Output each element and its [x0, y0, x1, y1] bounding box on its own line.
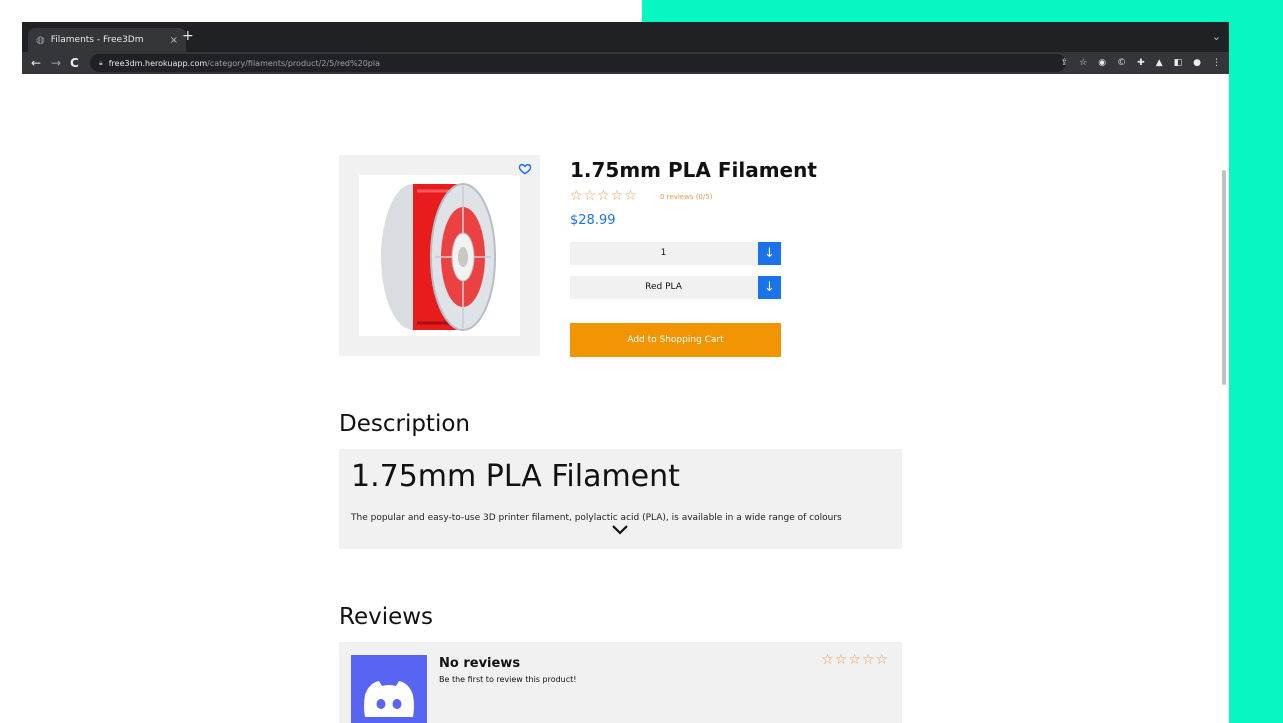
product-image	[339, 155, 540, 356]
description-card: 1.75mm PLA Filament The popular and easy…	[339, 449, 902, 549]
arrow-down-icon[interactable]: ↓	[758, 242, 781, 265]
quantity-value: 1	[660, 248, 667, 258]
scrollbar[interactable]	[1219, 74, 1229, 723]
quantity-select[interactable]: 1 ↓	[570, 242, 781, 265]
reviews-card: No reviews Be the first to review this p…	[339, 642, 902, 723]
tab-bar: ◍ Filaments - Free3Dm × + ⌄	[22, 22, 1229, 52]
globe-icon: ◍	[36, 34, 45, 46]
new-tab-button[interactable]: +	[182, 28, 194, 44]
tab-close-icon[interactable]: ×	[170, 35, 178, 46]
bookmark-star-icon[interactable]: ☆	[1079, 55, 1087, 71]
review-stars: ☆☆☆☆☆	[821, 652, 889, 668]
lock-icon: 🔒︎	[99, 58, 103, 67]
discord-avatar-icon	[364, 681, 414, 717]
variant-value: Red PLA	[645, 282, 682, 292]
profile-icon[interactable]: ●	[1193, 55, 1201, 71]
reviews-heading: Reviews	[339, 604, 434, 630]
tab-search-chevron-icon[interactable]: ⌄	[1212, 30, 1221, 43]
chevron-down-icon[interactable]	[611, 524, 629, 536]
product-photo	[359, 175, 520, 336]
menu-icon[interactable]: ⋮	[1212, 55, 1221, 71]
url-path: /category/filaments/product/2/5/red%20pl…	[207, 58, 380, 68]
extension-c-icon[interactable]: ©	[1117, 55, 1126, 71]
no-reviews-title: No reviews	[439, 656, 521, 671]
variant-select[interactable]: Red PLA ↓	[570, 276, 781, 299]
sidepanel-icon[interactable]: ◧	[1174, 55, 1183, 71]
page-viewport: 1.75mm PLA Filament ☆☆☆☆☆ 0 reviews (0/5…	[22, 74, 1229, 723]
no-reviews-subtitle: Be the first to review this product!	[439, 675, 577, 684]
add-to-cart-button[interactable]: Add to Shopping Cart	[570, 323, 781, 357]
scrollbar-thumb[interactable]	[1222, 170, 1226, 385]
product-title: 1.75mm PLA Filament	[570, 158, 817, 182]
arrow-down-icon[interactable]: ↓	[758, 276, 781, 299]
url-host: free3dm.herokuapp.com	[108, 58, 208, 68]
forward-icon[interactable]: →	[51, 54, 61, 72]
favorite-heart-icon[interactable]	[518, 162, 532, 176]
description-heading: Description	[339, 411, 470, 437]
address-bar[interactable]: 🔒︎ free3dm.herokuapp.com /category/filam…	[90, 54, 1066, 72]
puzzle-icon[interactable]: ✚	[1137, 55, 1145, 71]
review-count-link[interactable]: 0 reviews (0/5)	[660, 193, 712, 201]
share-icon[interactable]: ⇪	[1061, 55, 1069, 71]
tab-title: Filaments - Free3Dm	[50, 35, 144, 45]
browser-window: ◍ Filaments - Free3Dm × + ⌄ ← → C 🔒︎ fre…	[22, 22, 1229, 723]
product-price: $28.99	[570, 213, 616, 228]
description-text: The popular and easy-to-use 3D printer f…	[351, 513, 842, 523]
filament-spool-image	[381, 183, 496, 331]
browser-tab[interactable]: ◍ Filaments - Free3Dm ×	[28, 28, 186, 52]
browser-toolbar: ← → C 🔒︎ free3dm.herokuapp.com /category…	[22, 52, 1229, 74]
avatar	[351, 655, 427, 723]
rating-stars[interactable]: ☆☆☆☆☆	[570, 188, 638, 204]
back-icon[interactable]: ←	[31, 54, 41, 72]
reload-icon[interactable]: C	[70, 54, 79, 72]
camera-icon[interactable]: ◉	[1098, 55, 1106, 71]
lab-icon[interactable]: ▲	[1156, 55, 1163, 71]
description-title: 1.75mm PLA Filament	[351, 459, 680, 494]
